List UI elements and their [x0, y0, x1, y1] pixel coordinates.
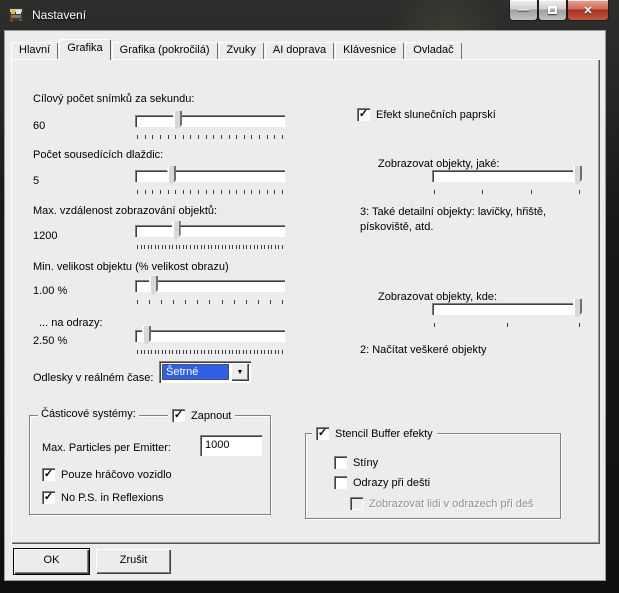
ok-button[interactable]: OK	[14, 549, 89, 574]
tab-page-grafika: Cílový počet snímků za sekundu: 60 Počet…	[11, 59, 600, 544]
checkbox-box[interactable]: ✓	[316, 427, 329, 440]
particles-group-legend: Částicové systémy:	[38, 408, 139, 420]
tab-grafika[interactable]: Grafika	[59, 39, 110, 60]
slider-track[interactable]	[432, 170, 582, 182]
minsize-slider[interactable]	[135, 278, 285, 304]
shadows-checkbox[interactable]: Stíny	[334, 456, 378, 469]
slider-thumb[interactable]	[573, 299, 582, 318]
slider-track[interactable]	[432, 303, 582, 315]
fps-label: Cílový počet snímků za sekundu:	[33, 93, 194, 105]
rain-reflections-checkbox[interactable]: Odrazy při dešti	[334, 476, 430, 489]
reflections-combobox[interactable]: Šetrné ▼	[159, 361, 251, 383]
checkbox-box[interactable]	[334, 476, 347, 489]
checkbox-box[interactable]	[334, 456, 347, 469]
checkbox-label: Zapnout	[191, 410, 231, 422]
slider-thumb[interactable]	[142, 326, 151, 345]
tab-ovlada-[interactable]: Ovladač	[405, 42, 461, 60]
window-title: Nastavení	[32, 8, 86, 22]
reflsize-slider[interactable]	[135, 328, 285, 354]
checkbox-label: Zobrazovat lidi v odrazech při deš	[369, 498, 533, 510]
no-ps-reflexions-checkbox[interactable]: ✓ No P.S. in Reflexions	[42, 491, 164, 504]
slider-ticks	[137, 190, 283, 194]
particles-groupbox: Částicové systémy: ✓ Zapnout Max. Partic…	[29, 415, 271, 515]
checkbox-label: Pouze hráčovo vozidlo	[61, 469, 172, 481]
fps-slider[interactable]	[135, 113, 285, 139]
objects-where-slider[interactable]	[432, 301, 582, 327]
checkbox-label: Stíny	[353, 457, 378, 469]
stencil-groupbox: ✓ Stencil Buffer efekty Stíny Odrazy při…	[305, 433, 561, 519]
slider-thumb[interactable]	[172, 221, 181, 240]
close-icon: ✕	[583, 4, 592, 17]
slider-track[interactable]	[135, 170, 285, 182]
checkbox-box	[350, 497, 363, 510]
tiles-slider[interactable]	[135, 168, 285, 194]
distance-value: 1200	[33, 230, 57, 242]
objects-what-slider[interactable]	[432, 168, 582, 194]
slider-thumb[interactable]	[173, 111, 182, 130]
maximize-icon	[548, 6, 557, 14]
minimize-button[interactable]: —	[509, 0, 538, 21]
checkbox-box[interactable]: ✓	[42, 491, 55, 504]
maximize-button[interactable]	[538, 0, 567, 21]
slider-ticks	[137, 350, 283, 354]
objects-where-description: 2: Načítat veškeré objekty	[360, 343, 595, 358]
checkbox-label: Odrazy při dešti	[353, 477, 430, 489]
checkbox-box[interactable]: ✓	[172, 409, 185, 422]
dialog-client-area: HlavníGrafikaGrafika (pokročilá)ZvukyAI …	[4, 30, 606, 581]
slider-track[interactable]	[135, 225, 285, 237]
reflections-label: Odlesky v reálném čase:	[33, 372, 153, 384]
slider-thumb[interactable]	[573, 166, 582, 185]
checkbox-box[interactable]: ✓	[42, 468, 55, 481]
minimize-icon: —	[518, 4, 529, 16]
close-button[interactable]: ✕	[567, 0, 609, 21]
max-particles-label: Max. Particles per Emitter:	[42, 442, 171, 454]
app-tram-icon	[8, 7, 26, 23]
tiles-label: Počet sousedících dlaždic:	[33, 149, 163, 161]
tiles-value: 5	[33, 175, 39, 187]
tab-strip: HlavníGrafikaGrafika (pokročilá)ZvukyAI …	[11, 39, 463, 60]
max-particles-input[interactable]: 1000	[200, 435, 262, 456]
sun-rays-checkbox[interactable]: ✓ Efekt slunečních paprskí	[357, 108, 496, 121]
minsize-value: 1.00 %	[33, 285, 67, 297]
reflsize-label: ... na odrazy:	[39, 317, 103, 329]
reflsize-value: 2.50 %	[33, 335, 67, 347]
objects-what-description: 3: Také detailní objekty: lavičky, hřišt…	[360, 205, 595, 235]
tab-hlavn-[interactable]: Hlavní	[11, 42, 58, 60]
stencil-buffer-checkbox[interactable]: ✓ Stencil Buffer efekty	[312, 427, 437, 440]
slider-thumb[interactable]	[149, 276, 158, 295]
slider-ticks	[434, 323, 580, 327]
reflections-selected-option: Šetrné	[162, 364, 229, 380]
slider-track[interactable]	[135, 115, 285, 127]
slider-track[interactable]	[135, 330, 285, 342]
slider-ticks	[137, 135, 283, 139]
chevron-down-icon: ▼	[237, 369, 244, 376]
fps-value: 60	[33, 120, 45, 132]
title-bar[interactable]: Nastavení — ✕	[0, 0, 619, 30]
tab-grafika-pokro-il-[interactable]: Grafika (pokročilá)	[112, 42, 218, 60]
player-only-checkbox[interactable]: ✓ Pouze hráčovo vozidlo	[42, 468, 172, 481]
checkbox-box[interactable]: ✓	[357, 108, 370, 121]
distance-label: Max. vzdálenost zobrazování objektů:	[33, 205, 217, 217]
distance-slider[interactable]	[135, 223, 285, 249]
combo-dropdown-button[interactable]: ▼	[231, 363, 249, 381]
tab-kl-vesnice[interactable]: Klávesnice	[335, 42, 404, 60]
slider-ticks	[137, 245, 283, 249]
cancel-button[interactable]: Zrušit	[96, 549, 171, 574]
settings-window: Nastavení — ✕ HlavníGrafikaGrafika (pokr…	[0, 0, 619, 593]
slider-ticks	[137, 300, 283, 304]
particles-enable-checkbox[interactable]: ✓ Zapnout	[168, 409, 235, 422]
rain-people-checkbox: Zobrazovat lidi v odrazech při deš	[350, 497, 533, 510]
tab-ai-doprava[interactable]: AI doprava	[265, 42, 334, 60]
minsize-label: Min. velikost objektu (% velikost obrazu…	[33, 261, 229, 273]
slider-thumb[interactable]	[167, 166, 176, 185]
checkbox-label: No P.S. in Reflexions	[61, 492, 164, 504]
slider-ticks	[434, 190, 580, 194]
checkbox-label: Efekt slunečních paprskí	[376, 109, 496, 121]
checkbox-label: Stencil Buffer efekty	[335, 428, 433, 440]
tab-zvuky[interactable]: Zvuky	[219, 42, 264, 60]
